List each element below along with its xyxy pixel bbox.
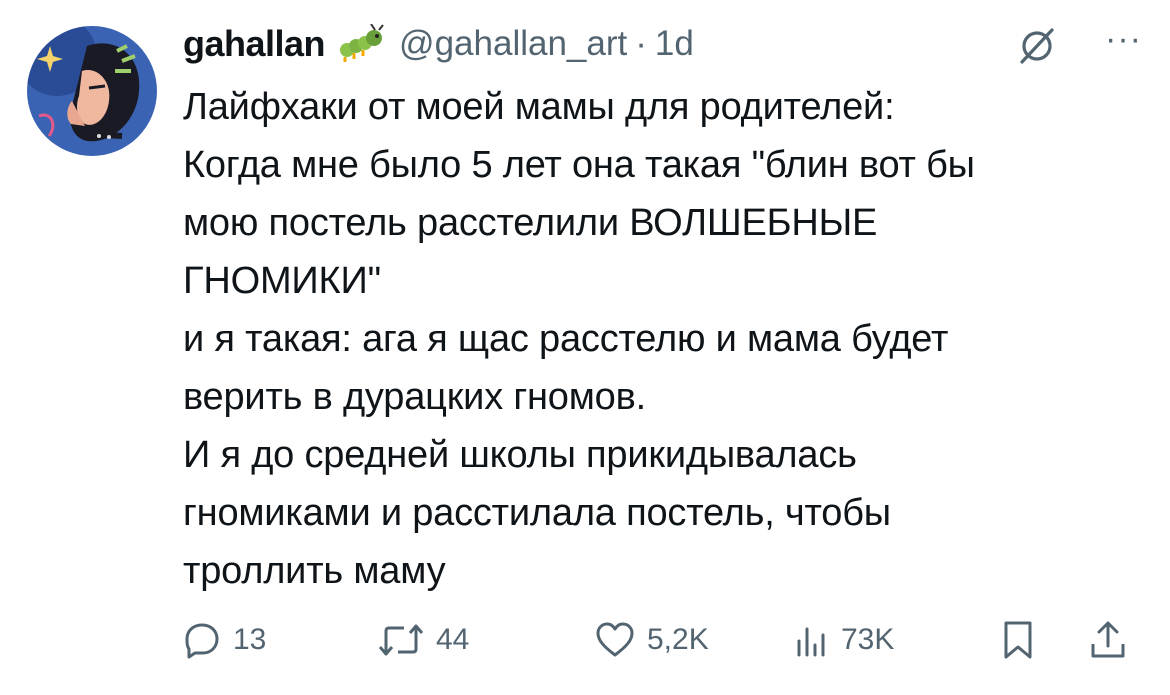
author-handle[interactable]: @gahallan_art [399, 24, 627, 64]
author-name[interactable]: gahallan [183, 23, 326, 65]
tweet-action-bar: 13 44 5,2K 73K [183, 610, 1143, 670]
tweet-text-line: верить в дурацких гномов. [183, 376, 646, 418]
reply-icon [183, 621, 221, 659]
tweet-text-line: мою постель расстелили ВОЛШЕБНЫЕ [183, 202, 878, 244]
separator-dot: · [635, 24, 647, 63]
tweet-text-line: И я до средней школы прикидывалась [183, 434, 857, 476]
heart-icon [595, 621, 635, 659]
like-button[interactable]: 5,2K [595, 610, 709, 670]
more-options-button[interactable]: ··· [1105, 20, 1142, 59]
tweet-text-line: и я такая: ага я щас расстелю и мама буд… [183, 318, 949, 360]
reply-button[interactable]: 13 [183, 610, 266, 670]
like-count: 5,2K [647, 623, 709, 656]
avatar-illustration [27, 26, 157, 156]
views-button[interactable]: 73K [793, 610, 894, 670]
bookmark-button[interactable] [1001, 610, 1035, 670]
timestamp[interactable]: 1d [655, 24, 694, 64]
reply-count: 13 [233, 623, 267, 656]
tweet-text-line: Лайфхаки от моей мамы для родителей: [183, 86, 895, 128]
tweet-text-line: гномиками и расстилала постель, чтобы [183, 492, 891, 534]
repost-count: 44 [436, 623, 470, 656]
repost-icon [378, 621, 424, 659]
grok-slash-icon[interactable] [1014, 22, 1060, 73]
share-icon [1088, 620, 1128, 660]
tweet-text: Лайфхаки от моей мамы для родителей: Ког… [183, 78, 1158, 600]
share-button[interactable] [1088, 610, 1128, 670]
repost-button[interactable]: 44 [378, 610, 469, 670]
tweet-text-line: Когда мне было 5 лет она такая "блин вот… [183, 144, 975, 186]
tweet-text-line: троллить маму [183, 550, 446, 592]
tweet-text-line: ГНОМИКИ" [183, 260, 381, 302]
tweet-header: gahallan @gahallan_art · 1d ··· [183, 14, 1150, 74]
bookmark-icon [1001, 620, 1035, 660]
views-count: 73K [841, 623, 895, 656]
author-avatar[interactable] [27, 26, 157, 156]
views-bar-chart-icon [793, 621, 829, 659]
caterpillar-emoji-icon [337, 24, 385, 64]
